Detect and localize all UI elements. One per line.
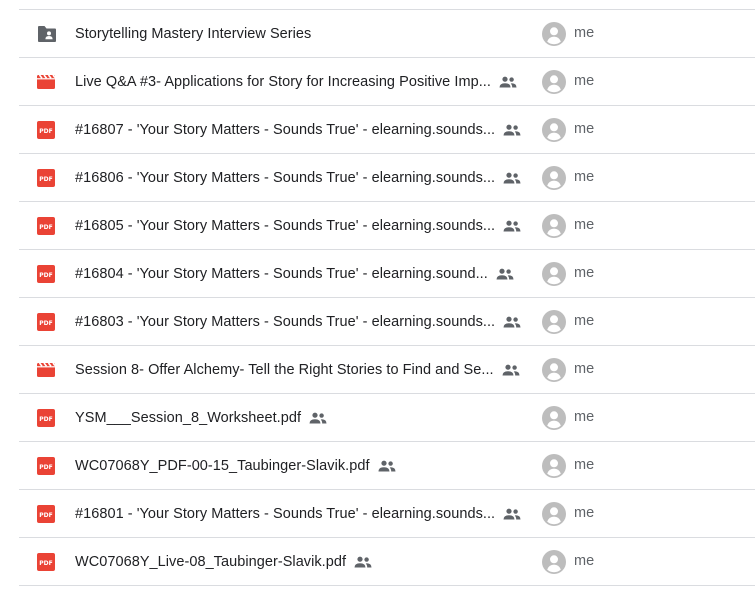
file-name-cell: Live Q&A #3- Applications for Story for … xyxy=(75,58,517,105)
shared-people-icon xyxy=(502,364,520,376)
pdf-icon: PDF xyxy=(37,121,55,139)
video-icon xyxy=(37,73,55,91)
file-row[interactable]: PDF WC07068Y_PDF-00-15_Taubinger-Slavik.p… xyxy=(19,442,755,490)
shared-people-icon xyxy=(503,124,521,136)
pdf-icon: PDF xyxy=(37,313,55,331)
file-row[interactable]: PDF #16804 - 'Your Story Matters - Sounds… xyxy=(19,250,755,298)
shared-people-icon xyxy=(309,412,327,424)
svg-text:PDF: PDF xyxy=(39,560,52,567)
file-name[interactable]: #16804 - 'Your Story Matters - Sounds Tr… xyxy=(75,266,488,282)
file-name-cell: WC07068Y_PDF-00-15_Taubinger-Slavik.pdf xyxy=(75,442,396,489)
svg-text:PDF: PDF xyxy=(39,224,52,231)
shared-people-icon xyxy=(503,508,521,520)
file-name[interactable]: YSM___Session_8_Worksheet.pdf xyxy=(75,410,301,426)
file-row[interactable]: Session 8- Offer Alchemy- Tell the Right… xyxy=(19,346,755,394)
file-name-cell: YSM___Session_8_Worksheet.pdf xyxy=(75,394,327,441)
owner-avatar xyxy=(542,454,566,478)
owner-avatar xyxy=(542,358,566,382)
svg-text:PDF: PDF xyxy=(39,320,52,327)
file-row[interactable]: PDF YSM___Session_8_Worksheet.pdf me xyxy=(19,394,755,442)
file-name[interactable]: Storytelling Mastery Interview Series xyxy=(75,26,311,42)
svg-text:PDF: PDF xyxy=(39,272,52,279)
owner-avatar xyxy=(542,262,566,286)
pdf-icon: PDF xyxy=(37,505,55,523)
owner-avatar xyxy=(542,166,566,190)
owner-label: me xyxy=(574,73,595,89)
file-row[interactable]: PDF #16806 - 'Your Story Matters - Sounds… xyxy=(19,154,755,202)
owner-label: me xyxy=(574,457,595,473)
owner-avatar xyxy=(542,214,566,238)
file-row[interactable]: PDF #16805 - 'Your Story Matters - Sounds… xyxy=(19,202,755,250)
file-row[interactable]: Storytelling Mastery Interview Series me xyxy=(19,10,755,58)
pdf-icon: PDF xyxy=(37,169,55,187)
shared-people-icon xyxy=(503,316,521,328)
file-list: Storytelling Mastery Interview Series me L… xyxy=(0,0,755,600)
owner-avatar xyxy=(542,406,566,430)
pdf-icon: PDF xyxy=(37,409,55,427)
owner-label: me xyxy=(574,361,595,377)
file-name-cell: #16805 - 'Your Story Matters - Sounds Tr… xyxy=(75,202,521,249)
svg-text:PDF: PDF xyxy=(39,128,52,135)
file-name[interactable]: #16805 - 'Your Story Matters - Sounds Tr… xyxy=(75,218,495,234)
pdf-icon: PDF xyxy=(37,457,55,475)
file-name-cell: Session 8- Offer Alchemy- Tell the Right… xyxy=(75,346,520,393)
file-name[interactable]: Session 8- Offer Alchemy- Tell the Right… xyxy=(75,362,494,378)
file-name[interactable]: Live Q&A #3- Applications for Story for … xyxy=(75,74,491,90)
file-row[interactable]: PDF #16803 - 'Your Story Matters - Sounds… xyxy=(19,298,755,346)
shared-people-icon xyxy=(496,268,514,280)
file-name[interactable]: WC07068Y_Live-08_Taubinger-Slavik.pdf xyxy=(75,554,346,570)
shared-people-icon xyxy=(499,76,517,88)
file-name-cell: #16807 - 'Your Story Matters - Sounds Tr… xyxy=(75,106,521,153)
video-icon xyxy=(37,361,55,379)
file-row[interactable]: PDF #16807 - 'Your Story Matters - Sounds… xyxy=(19,106,755,154)
file-name[interactable]: #16803 - 'Your Story Matters - Sounds Tr… xyxy=(75,314,495,330)
file-name-cell: #16804 - 'Your Story Matters - Sounds Tr… xyxy=(75,250,514,297)
file-name-cell: #16803 - 'Your Story Matters - Sounds Tr… xyxy=(75,298,521,345)
file-name[interactable]: #16807 - 'Your Story Matters - Sounds Tr… xyxy=(75,122,495,138)
owner-avatar xyxy=(542,550,566,574)
owner-label: me xyxy=(574,313,595,329)
shared-people-icon xyxy=(354,556,372,568)
owner-avatar xyxy=(542,70,566,94)
file-row[interactable]: PDF WC07068Y_Live-08_Taubinger-Slavik.pdf… xyxy=(19,538,755,586)
owner-label: me xyxy=(574,169,595,185)
owner-avatar xyxy=(542,310,566,334)
file-name[interactable]: WC07068Y_PDF-00-15_Taubinger-Slavik.pdf xyxy=(75,458,370,474)
owner-label: me xyxy=(574,25,595,41)
pdf-icon: PDF xyxy=(37,553,55,571)
shared-folder-icon xyxy=(37,25,56,43)
file-name-cell: WC07068Y_Live-08_Taubinger-Slavik.pdf xyxy=(75,538,372,585)
file-name-cell: #16806 - 'Your Story Matters - Sounds Tr… xyxy=(75,154,521,201)
shared-people-icon xyxy=(503,172,521,184)
svg-text:PDF: PDF xyxy=(39,512,52,519)
svg-text:PDF: PDF xyxy=(39,416,52,423)
owner-label: me xyxy=(574,553,595,569)
svg-text:PDF: PDF xyxy=(39,176,52,183)
file-name[interactable]: #16801 - 'Your Story Matters - Sounds Tr… xyxy=(75,506,495,522)
svg-text:PDF: PDF xyxy=(39,464,52,471)
shared-people-icon xyxy=(503,220,521,232)
owner-label: me xyxy=(574,265,595,281)
file-name-cell: #16801 - 'Your Story Matters - Sounds Tr… xyxy=(75,490,521,537)
shared-people-icon xyxy=(378,460,396,472)
pdf-icon: PDF xyxy=(37,217,55,235)
owner-label: me xyxy=(574,409,595,425)
pdf-icon: PDF xyxy=(37,265,55,283)
file-name[interactable]: #16806 - 'Your Story Matters - Sounds Tr… xyxy=(75,170,495,186)
file-row[interactable]: Live Q&A #3- Applications for Story for … xyxy=(19,58,755,106)
owner-label: me xyxy=(574,121,595,137)
owner-label: me xyxy=(574,505,595,521)
owner-avatar xyxy=(542,118,566,142)
file-name-cell: Storytelling Mastery Interview Series xyxy=(75,10,311,57)
owner-label: me xyxy=(574,217,595,233)
owner-avatar xyxy=(542,22,566,46)
file-row[interactable]: PDF #16801 - 'Your Story Matters - Sounds… xyxy=(19,490,755,538)
owner-avatar xyxy=(542,502,566,526)
